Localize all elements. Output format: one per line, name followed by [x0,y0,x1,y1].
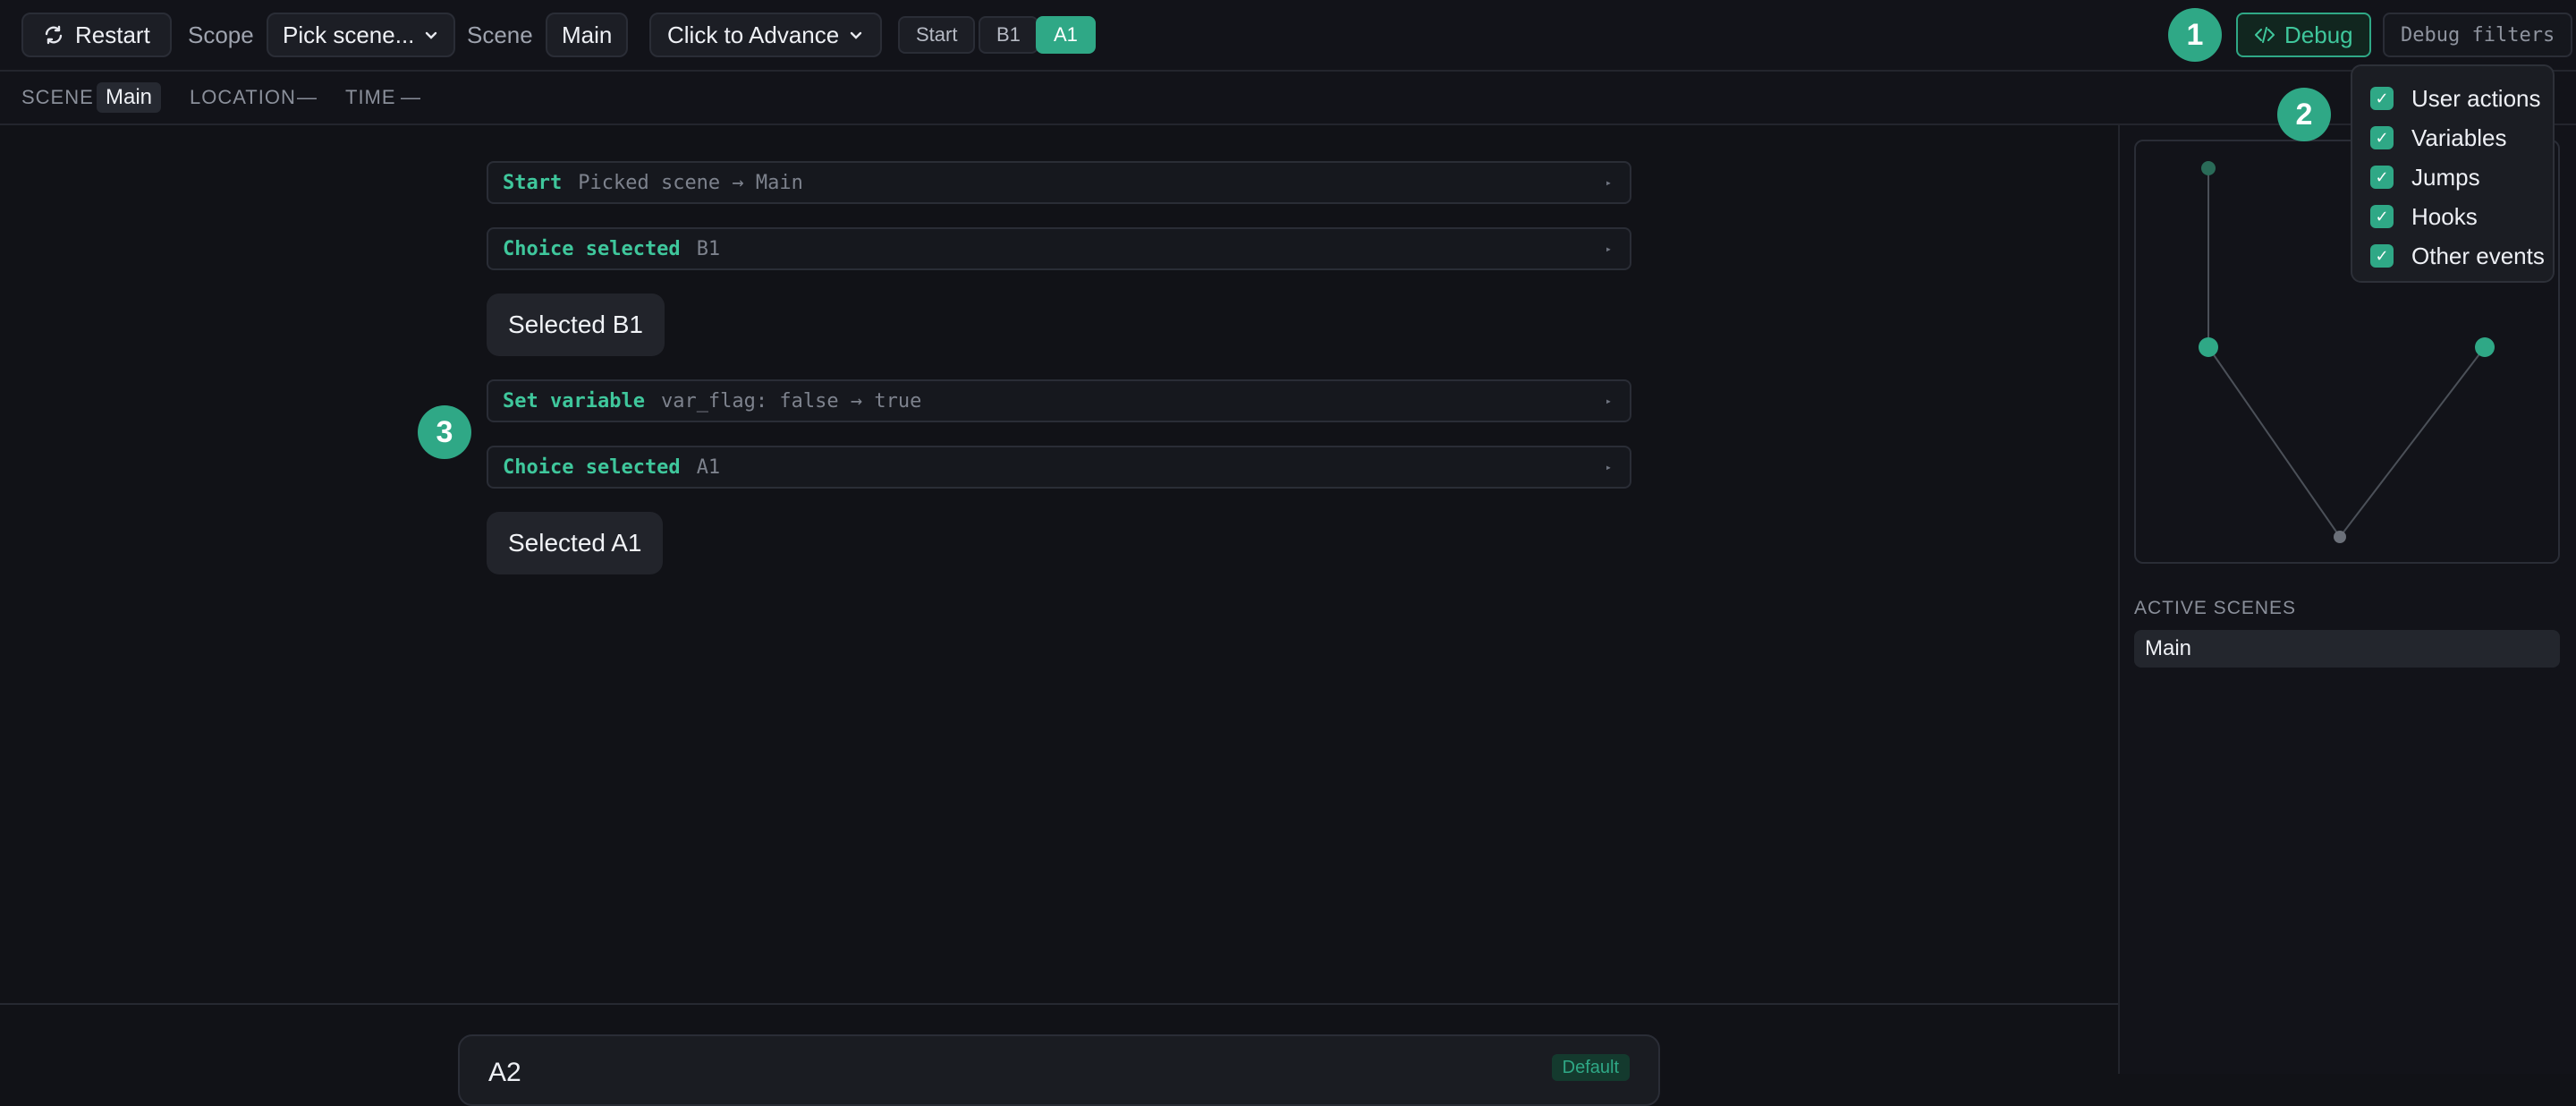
advance-mode-select[interactable]: Click to Advance [649,13,883,57]
checkbox-checked-icon[interactable]: ✓ [2370,166,2394,189]
code-icon [2255,27,2275,43]
chevron-down-icon [851,31,862,39]
scene-select[interactable]: Main [546,13,629,57]
pill-a1[interactable]: A1 [1036,16,1096,54]
message-bubble-b1: Selected B1 [487,294,665,356]
caret-right-icon: ▸ [1605,242,1612,255]
filter-other-events[interactable]: ✓ Other events [2352,236,2553,276]
step-marker-3: 3 [418,405,471,459]
log-detail: var_flag: false → true [660,389,922,413]
advance-mode-value: Click to Advance [667,21,840,48]
choice-card-a2[interactable]: A2 Default [458,1034,1660,1106]
caret-right-icon: ▸ [1605,395,1612,407]
chevron-down-icon [426,31,437,39]
default-badge: Default [1551,1054,1630,1081]
scene-label: Scene [467,21,533,48]
status-location-value: — [297,86,318,108]
filter-hooks[interactable]: ✓ Hooks [2352,197,2553,236]
status-time-label: TIME [345,86,396,108]
status-location-label: LOCATION [190,86,296,108]
graph-edge [2339,346,2486,538]
graph-edge [2207,346,2341,538]
filter-label: Other events [2411,242,2545,269]
scene-value: Main [562,21,613,48]
filter-user-actions[interactable]: ✓ User actions [2352,79,2553,118]
caret-right-icon: ▸ [1605,461,1612,473]
message-bubble-a1: Selected A1 [487,512,664,574]
graph-node[interactable] [2199,337,2218,357]
active-scene-item[interactable]: Main [2134,630,2560,668]
log-detail: Picked scene → Main [578,171,803,194]
log-detail: B1 [696,237,721,260]
step-marker-1: 1 [2168,8,2222,62]
step-marker-2: 2 [2277,88,2331,141]
pill-b1[interactable]: B1 [979,16,1038,54]
filter-label: Hooks [2411,202,2478,230]
status-bar: SCENE Main LOCATION — TIME — [0,72,2576,125]
status-scene-value: Main [97,82,162,113]
restart-label: Restart [75,21,150,48]
log-row-start[interactable]: Start Picked scene → Main ▸ [487,161,1631,204]
debug-label: Debug [2284,21,2353,48]
log-row-set-variable[interactable]: Set variable var_flag: false → true ▸ [487,379,1631,422]
choice-card-name: A2 [488,1058,521,1087]
restart-button[interactable]: Restart [21,13,172,57]
scope-value: Pick scene... [283,21,415,48]
filter-label: Jumps [2411,163,2480,191]
filter-variables[interactable]: ✓ Variables [2352,118,2553,157]
debug-button[interactable]: Debug [2236,13,2371,57]
checkbox-checked-icon[interactable]: ✓ [2370,87,2394,110]
checkbox-checked-icon[interactable]: ✓ [2370,205,2394,228]
debug-filters-button[interactable]: Debug filters [2383,13,2573,57]
log-type: Choice selected [503,237,681,260]
graph-node[interactable] [2334,531,2346,543]
refresh-icon [45,25,63,45]
scope-select[interactable]: Pick scene... [267,13,456,57]
log-row-choice-a1[interactable]: Choice selected A1 ▸ [487,446,1631,489]
status-time-value: — [401,86,421,108]
active-scenes-title: ACTIVE SCENES [2134,598,2297,618]
debug-filters-dropdown: ✓ User actions ✓ Variables ✓ Jumps ✓ Hoo… [2351,64,2555,283]
log-row-choice-b1[interactable]: Choice selected B1 ▸ [487,227,1631,270]
checkbox-checked-icon[interactable]: ✓ [2370,126,2394,149]
graph-node[interactable] [2475,337,2495,357]
filter-label: User actions [2411,84,2541,112]
filter-jumps[interactable]: ✓ Jumps [2352,157,2553,197]
log-type: Set variable [503,389,645,413]
scope-label: Scope [188,21,254,48]
checkbox-checked-icon[interactable]: ✓ [2370,244,2394,268]
status-scene-label: SCENE [21,86,94,108]
caret-right-icon: ▸ [1605,176,1612,189]
graph-node[interactable] [2201,161,2216,175]
log-type: Choice selected [503,455,681,479]
bottom-divider [0,1003,2118,1005]
log-detail: A1 [696,455,721,479]
pill-start[interactable]: Start [898,16,976,54]
filter-label: Variables [2411,123,2507,151]
log-type: Start [503,171,563,194]
